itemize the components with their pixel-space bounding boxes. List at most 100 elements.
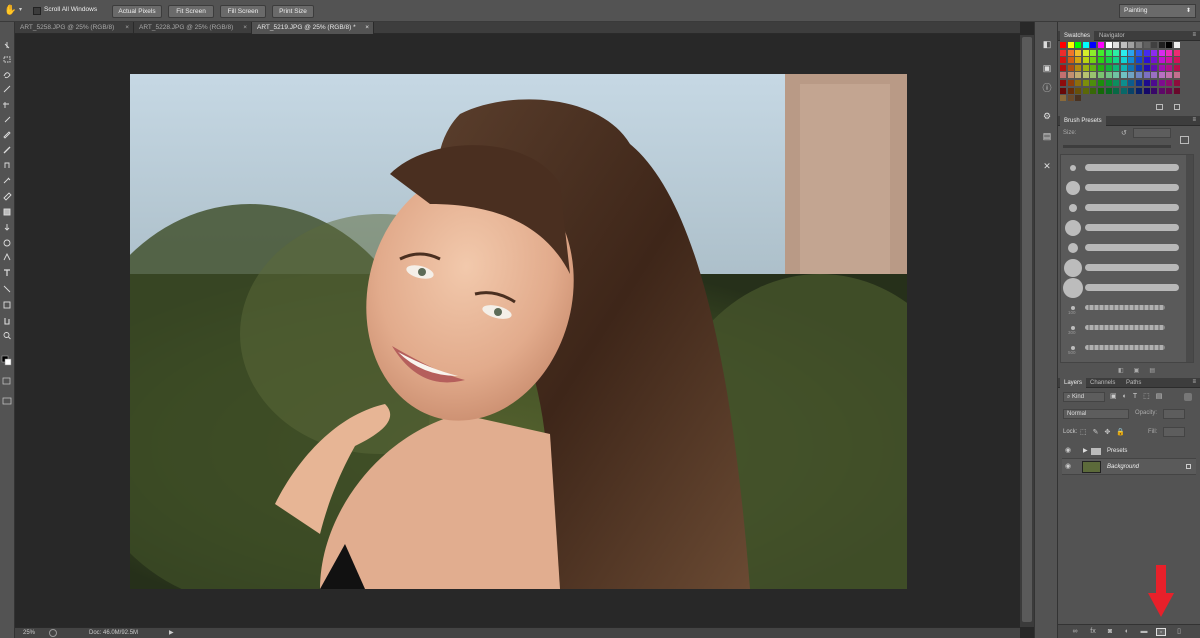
color-swatch[interactable]	[1067, 64, 1074, 71]
color-swatch[interactable]	[1120, 64, 1127, 71]
color-swatch[interactable]	[1174, 80, 1180, 86]
color-swatch[interactable]	[1174, 42, 1180, 48]
color-swatch[interactable]	[1166, 80, 1173, 86]
color-swatch[interactable]	[1143, 72, 1150, 79]
color-swatch[interactable]	[1113, 64, 1120, 71]
color-swatch[interactable]	[1151, 80, 1158, 86]
brush-preset-row[interactable]	[1063, 179, 1185, 197]
color-swatch[interactable]	[1136, 49, 1142, 56]
panel-menu-icon[interactable]: ≡	[1192, 379, 1196, 385]
new-group-icon[interactable]: ▬	[1139, 628, 1149, 636]
color-swatch[interactable]	[1067, 49, 1074, 56]
color-swatch[interactable]	[1158, 72, 1165, 79]
color-swatch[interactable]	[1128, 80, 1135, 86]
color-swatch[interactable]	[1067, 42, 1074, 48]
color-swatch[interactable]	[1082, 49, 1089, 56]
color-swatch[interactable]	[1151, 57, 1158, 64]
color-swatch[interactable]	[1113, 57, 1120, 64]
filter-kind-select[interactable]: ⌕ Kind	[1063, 392, 1105, 402]
size-slider[interactable]	[1063, 145, 1171, 148]
color-swatch[interactable]	[1136, 42, 1142, 48]
lock-icons[interactable]: ⬚✎✥🔒	[1080, 428, 1131, 436]
color-swatch[interactable]	[1105, 72, 1112, 79]
color-swatch[interactable]	[1098, 72, 1104, 79]
color-swatch[interactable]	[1060, 64, 1066, 71]
close-icon[interactable]: ×	[125, 22, 129, 34]
color-swatch[interactable]	[1166, 87, 1173, 94]
tab-art-5228[interactable]: ART_5228.JPG @ 25% (RGB/8) ×	[134, 22, 252, 34]
tab-art-5258[interactable]: ART_5258.JPG @ 25% (RGB/8) ×	[15, 22, 134, 34]
color-swatch[interactable]	[1105, 57, 1112, 64]
layer-name[interactable]: Presets	[1107, 443, 1127, 459]
color-swatch[interactable]	[1120, 80, 1127, 86]
scrollbar-thumb[interactable]	[1022, 37, 1032, 622]
fit-screen-button[interactable]: Fit Screen	[168, 5, 214, 18]
color-swatch[interactable]	[1098, 64, 1104, 71]
color-swatch[interactable]	[1082, 57, 1089, 64]
color-swatch[interactable]	[1098, 42, 1104, 48]
color-swatch[interactable]	[1120, 87, 1127, 94]
color-swatch[interactable]	[1143, 80, 1150, 86]
color-swatch[interactable]	[1067, 57, 1074, 64]
color-swatch[interactable]	[1166, 72, 1173, 79]
status-icon[interactable]	[49, 629, 57, 637]
brush-panel-toggle-icon[interactable]	[1180, 136, 1189, 144]
adjustments-panel-icon[interactable]: ▣	[1041, 62, 1053, 74]
color-swatch[interactable]	[1060, 72, 1066, 79]
new-layer-icon[interactable]: ▫	[1156, 628, 1166, 636]
info-panel-icon[interactable]: ⓘ	[1041, 82, 1053, 94]
color-swatch[interactable]	[1120, 72, 1127, 79]
color-swatch[interactable]	[1136, 72, 1142, 79]
color-swatch[interactable]	[1082, 72, 1089, 79]
color-swatch[interactable]	[1151, 64, 1158, 71]
color-swatch[interactable]	[1090, 57, 1097, 64]
reset-size-icon[interactable]: ↺	[1121, 129, 1127, 137]
color-swatch[interactable]	[1082, 64, 1089, 71]
color-swatch[interactable]	[1113, 42, 1120, 48]
history-panel-icon[interactable]: ◧	[1041, 38, 1053, 50]
color-swatch[interactable]	[1090, 42, 1097, 48]
color-swatch[interactable]	[1151, 42, 1158, 48]
color-swatch[interactable]	[1143, 49, 1150, 56]
zoom-level[interactable]: 25%	[23, 628, 35, 638]
brush-preset-row[interactable]	[1063, 278, 1185, 298]
color-swatch[interactable]	[1060, 42, 1066, 48]
close-icon[interactable]: ×	[365, 22, 369, 34]
color-swatch[interactable]	[1174, 49, 1180, 56]
layer-row-background[interactable]: ◉ Background	[1062, 459, 1196, 475]
color-swatch[interactable]	[1120, 49, 1127, 56]
color-swatch[interactable]	[1075, 72, 1082, 79]
color-swatch[interactable]	[1082, 87, 1089, 94]
color-swatch[interactable]	[1113, 80, 1120, 86]
color-swatch[interactable]	[1105, 49, 1112, 56]
color-swatch[interactable]	[1105, 64, 1112, 71]
color-swatch[interactable]	[1136, 87, 1142, 94]
color-swatch[interactable]	[1060, 87, 1066, 94]
color-swatch[interactable]	[1098, 80, 1104, 86]
color-swatch[interactable]	[1082, 80, 1089, 86]
color-swatch[interactable]	[1158, 49, 1165, 56]
brush-preset-row[interactable]: 300	[1063, 319, 1185, 337]
color-swatch[interactable]	[1082, 42, 1089, 48]
brush-preset-row[interactable]: 100	[1063, 299, 1185, 317]
color-swatch[interactable]	[1143, 64, 1150, 71]
color-swatch[interactable]	[1174, 57, 1180, 64]
eye-icon[interactable]: ◉	[1065, 459, 1071, 475]
filter-toggle[interactable]	[1184, 393, 1192, 401]
color-swatch[interactable]	[1075, 57, 1082, 64]
workspace-select[interactable]: Painting ⬍	[1119, 4, 1196, 18]
brush-preset-row[interactable]	[1063, 199, 1185, 217]
tab-swatches[interactable]: Swatches	[1060, 31, 1095, 41]
color-swatch[interactable]	[1075, 49, 1082, 56]
color-swatch[interactable]	[1151, 72, 1158, 79]
color-swatch[interactable]	[1075, 87, 1082, 94]
color-swatch[interactable]	[1136, 80, 1142, 86]
color-swatch[interactable]	[1090, 80, 1097, 86]
color-swatch[interactable]	[1120, 42, 1127, 48]
color-swatch[interactable]	[1143, 42, 1150, 48]
swatches-grid[interactable]	[1060, 42, 1188, 102]
document-image[interactable]	[130, 74, 907, 589]
color-swatch[interactable]	[1136, 57, 1142, 64]
color-swatch[interactable]	[1166, 42, 1173, 48]
tab-channels[interactable]: Channels	[1086, 378, 1119, 388]
